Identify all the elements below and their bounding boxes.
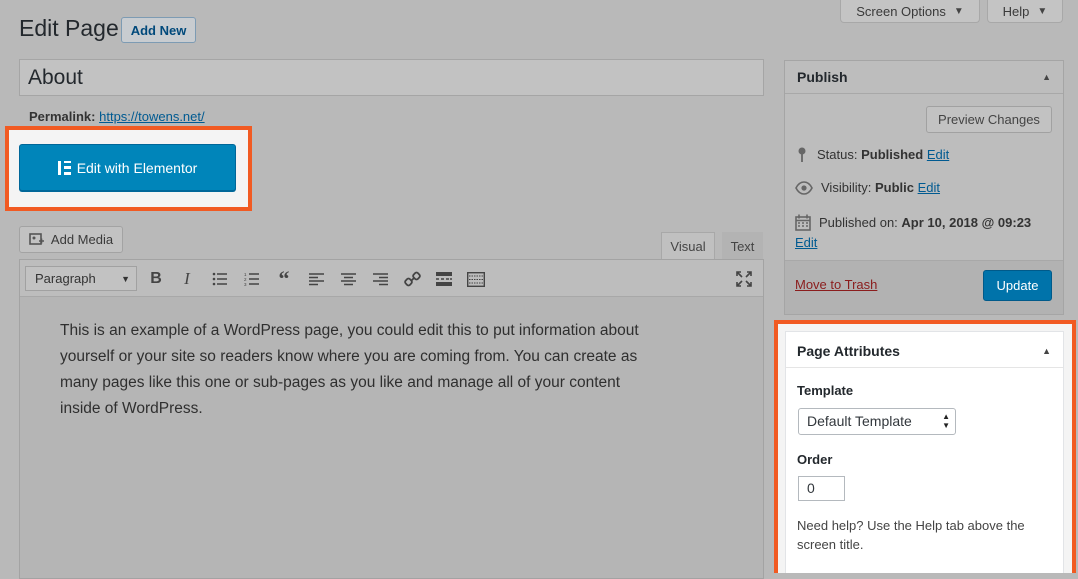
order-input[interactable]: 0 (798, 476, 845, 501)
tab-text[interactable]: Text (722, 232, 763, 259)
template-select-value: Default Template (807, 413, 912, 429)
published-value: Apr 10, 2018 @ 09:23 (901, 215, 1032, 230)
bullet-list-icon[interactable] (209, 268, 231, 290)
permalink-label: Permalink: (29, 109, 96, 124)
align-right-icon[interactable] (369, 268, 391, 290)
bold-icon[interactable]: B (145, 268, 167, 290)
edit-visibility-link[interactable]: Edit (918, 180, 940, 195)
align-center-icon[interactable] (337, 268, 359, 290)
calendar-icon (795, 214, 811, 231)
page-attributes-title: Page Attributes (797, 343, 900, 359)
collapse-arrow-icon[interactable]: ▲ (1042, 72, 1051, 82)
italic-icon[interactable]: I (176, 268, 198, 290)
publish-header[interactable]: Publish ▲ (785, 61, 1063, 94)
page-title: Edit Page (19, 15, 119, 41)
help-label: Help (1002, 3, 1030, 19)
edit-status-link[interactable]: Edit (927, 147, 949, 162)
numbered-list-icon[interactable]: 123 (241, 268, 263, 290)
preview-changes-button[interactable]: Preview Changes (926, 106, 1052, 133)
format-select[interactable]: Paragraph ▼ (25, 266, 137, 291)
help-button[interactable]: Help ▼ (987, 0, 1063, 23)
screen-options-label: Screen Options (856, 3, 946, 19)
help-text: Need help? Use the Help tab above the sc… (797, 518, 1025, 552)
published-on-row: Published on: Apr 10, 2018 @ 09:23 (795, 214, 1031, 231)
caret-down-icon: ▼ (1037, 5, 1048, 17)
page-attributes-header[interactable]: Page Attributes ▲ (786, 332, 1063, 368)
fullscreen-icon[interactable] (733, 268, 755, 290)
elementor-logo-icon (57, 160, 71, 175)
status-row: Status: Published Edit (795, 146, 949, 163)
add-new-button[interactable]: Add New (121, 17, 196, 43)
toolbar-toggle-icon[interactable] (465, 268, 487, 290)
status-value: Published (861, 147, 924, 162)
select-arrows-icon: ▲ ▼ (942, 412, 950, 430)
read-more-icon[interactable] (433, 268, 455, 290)
visibility-label: Visibility: (821, 180, 872, 195)
move-to-trash-link[interactable]: Move to Trash (795, 277, 877, 292)
update-button[interactable]: Update (983, 270, 1052, 301)
blockquote-icon[interactable]: “ (273, 266, 295, 291)
template-select[interactable]: Default Template ▲ ▼ (798, 408, 956, 435)
eye-icon (795, 180, 813, 195)
format-select-value: Paragraph (35, 271, 96, 286)
screen-options-button[interactable]: Screen Options ▼ (840, 0, 980, 23)
svg-text:3: 3 (244, 282, 247, 286)
edit-with-elementor-button[interactable]: Edit with Elementor (19, 144, 236, 191)
template-label: Template (797, 383, 854, 398)
editor-content[interactable]: This is an example of a WordPress page, … (60, 318, 660, 422)
post-title-input[interactable]: About (19, 59, 764, 96)
publish-title: Publish (797, 69, 848, 85)
status-label: Status: (817, 147, 858, 162)
add-media-button[interactable]: Add Media (19, 226, 123, 253)
published-label: Published on: (819, 215, 898, 230)
visibility-value: Public (874, 180, 914, 195)
tab-visual[interactable]: Visual (661, 232, 715, 259)
edit-with-elementor-label: Edit with Elementor (76, 159, 198, 176)
pin-icon (798, 147, 806, 162)
permalink-link[interactable]: https://towens.net/ (99, 109, 205, 124)
visibility-row: Visibility: Public Edit (795, 180, 940, 195)
order-label: Order (797, 452, 833, 467)
collapse-arrow-icon[interactable]: ▲ (1042, 346, 1051, 356)
edit-date-link[interactable]: Edit (795, 235, 817, 250)
caret-down-icon: ▼ (953, 5, 964, 17)
align-left-icon[interactable] (305, 268, 327, 290)
add-media-icon (29, 232, 44, 245)
add-media-label: Add Media (50, 232, 114, 247)
permalink: Permalink: https://towens.net/ (29, 109, 205, 124)
link-icon[interactable] (401, 268, 423, 290)
caret-down-icon: ▼ (121, 273, 130, 284)
